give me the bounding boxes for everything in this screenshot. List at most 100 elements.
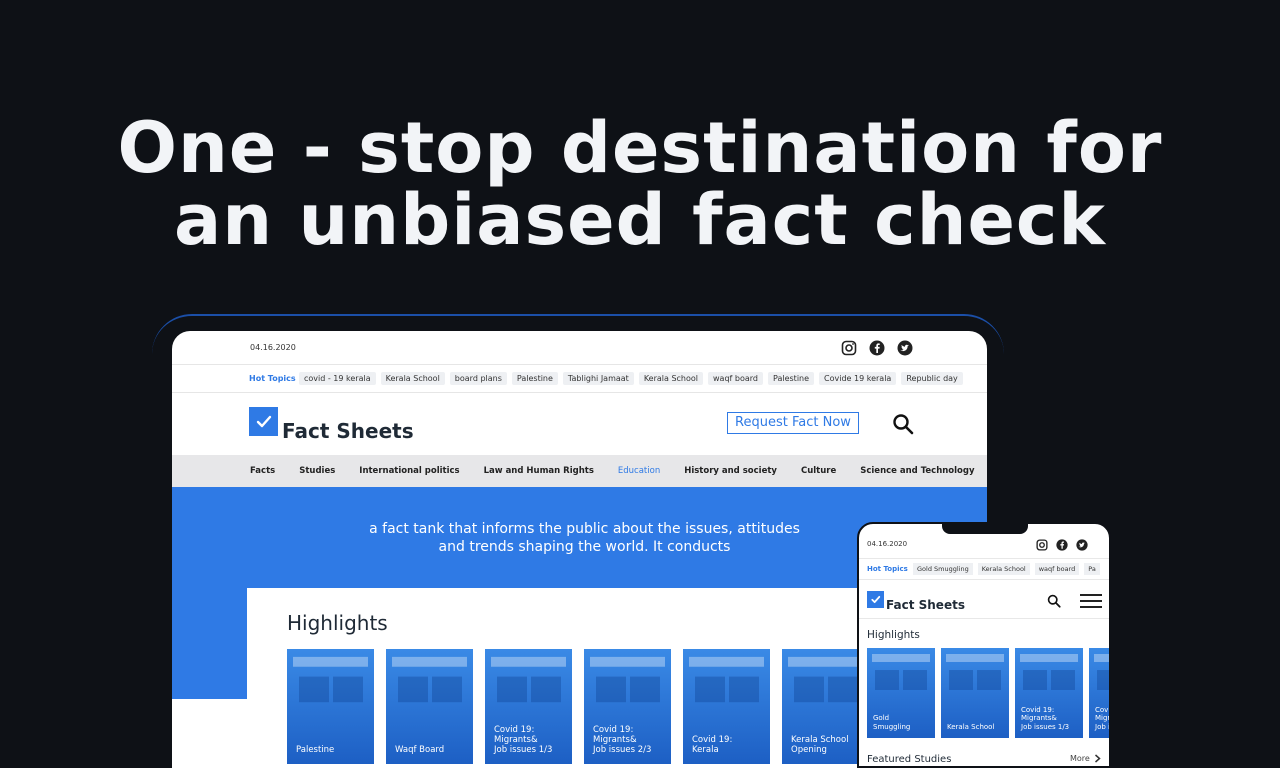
highlight-card-line: Kerala — [692, 745, 719, 755]
search-icon[interactable] — [892, 413, 914, 439]
hot-topic-chip[interactable]: Palestine — [511, 372, 558, 385]
mobile-highlight-card[interactable]: Kerala School — [941, 648, 1009, 738]
nav-item-law-and-human-rights[interactable]: Law and Human Rights — [484, 466, 594, 476]
request-fact-button[interactable]: Request Fact Now — [727, 412, 859, 434]
tagline: a fact tank that informs the public abou… — [352, 520, 817, 556]
hot-topic-chip[interactable]: Tablighi Jamaat — [562, 372, 634, 385]
highlight-card-line: Job issues 1/3 — [494, 745, 553, 755]
mobile-highlight-card-line: Job issues 1/3 — [1021, 722, 1070, 731]
chevron-right-icon — [1092, 754, 1102, 763]
hot-topic-chip[interactable]: Covide 19 kerala — [819, 372, 897, 385]
highlight-card-label: Waqf Board — [395, 745, 469, 755]
highlight-card[interactable]: Waqf Board — [386, 649, 473, 764]
mobile-highlight-card[interactable]: Gold Smuggling — [867, 648, 935, 738]
highlight-card-line: Migrants& — [494, 735, 538, 745]
highlight-card[interactable]: Covid 19: Migrants& Job issues 1/3 — [485, 649, 572, 764]
nav-item-international-politics[interactable]: International politics — [359, 466, 459, 476]
mobile-hot-topic-chip[interactable]: Kerala School — [977, 563, 1030, 575]
hot-topics-list: covid - 19 kerala Kerala School board plan… — [299, 372, 963, 385]
highlight-card[interactable]: Covid 19: Migrants& Job issues 2/3 — [584, 649, 671, 764]
card-thumbnail — [485, 649, 572, 718]
brand-name[interactable]: Fact Sheets — [282, 419, 414, 443]
hot-topic-chip[interactable]: Palestine — [768, 372, 815, 385]
nav-item-history-and-society[interactable]: History and society — [684, 466, 777, 476]
tagline-line-2: and trends shaping the world. It conduct… — [438, 539, 731, 555]
mobile-hot-topics-list: Gold Smuggling Kerala School waqf board Pa — [913, 563, 1100, 575]
checkmark-icon[interactable] — [249, 407, 278, 436]
mobile-highlight-card-line: Covid 19: — [1021, 705, 1055, 714]
nav-item-education[interactable]: Education — [618, 466, 660, 476]
hot-topics-label: Hot Topics — [249, 374, 296, 383]
hamburger-menu-icon[interactable] — [1080, 594, 1102, 612]
more-label: More — [1070, 754, 1090, 763]
mobile-highlight-card-line: Gold — [873, 714, 890, 722]
more-link[interactable]: More — [1070, 754, 1102, 763]
hot-topic-chip[interactable]: Kerala School — [380, 372, 445, 385]
mobile-highlight-card-line: Job is — [1095, 722, 1110, 731]
highlight-card-label: Covid 19: Migrants& Job issues 1/3 — [494, 725, 568, 755]
instagram-icon[interactable] — [841, 340, 857, 356]
mobile-date-label: 04.16.2020 — [867, 540, 908, 548]
highlight-card-line: Kerala School — [791, 735, 849, 745]
mobile-highlight-card[interactable]: CovidMigraJob is — [1089, 648, 1111, 738]
twitter-icon[interactable] — [1076, 536, 1088, 551]
nav-item-culture[interactable]: Culture — [801, 466, 836, 476]
highlight-card-line: Covid 19: — [593, 725, 634, 735]
card-thumbnail — [941, 648, 1009, 702]
instagram-icon[interactable] — [1036, 536, 1048, 551]
main-nav: Facts Studies International politics Law an… — [172, 455, 987, 487]
card-thumbnail — [782, 649, 869, 718]
hot-topic-chip[interactable]: covid - 19 kerala — [299, 372, 376, 385]
mobile-hot-topic-chip[interactable]: waqf board — [1034, 563, 1080, 575]
highlight-card-label: Kerala School Opening — [791, 735, 865, 755]
mobile-social-links — [1036, 536, 1088, 551]
headline-line-1: One - stop destination for — [117, 107, 1163, 189]
top-bar: 04.16.2020 — [172, 331, 987, 365]
search-icon[interactable] — [1047, 593, 1061, 612]
mobile-hot-topics-bar: Hot Topics Gold Smuggling Kerala School wa… — [859, 558, 1109, 580]
mobile-hot-topics-label: Hot Topics — [867, 565, 908, 573]
twitter-icon[interactable] — [897, 340, 913, 356]
highlight-card[interactable]: Palestine — [287, 649, 374, 764]
tagline-line-1: a fact tank that informs the public abou… — [369, 521, 800, 537]
highlight-card-line: Covid 19: — [494, 725, 535, 735]
nav-item-facts[interactable]: Facts — [250, 466, 275, 476]
highlight-card-line: Migrants& — [593, 735, 637, 745]
mobile-highlight-card-line: Covid — [1095, 705, 1111, 714]
social-links — [841, 340, 913, 356]
mobile-highlight-card-label: Gold Smuggling — [873, 714, 932, 731]
facebook-icon[interactable] — [869, 340, 885, 356]
highlights-cards: Palestine Waqf Board Covid 19: Migrants& Job… — [287, 649, 869, 764]
mobile-hot-topic-chip[interactable]: Pa — [1084, 563, 1100, 575]
mobile-highlights-cards: Gold Smuggling Kerala School Covid 19: Migra… — [867, 648, 1111, 738]
card-thumbnail — [683, 649, 770, 718]
hot-topic-chip[interactable]: Kerala School — [638, 372, 704, 385]
nav-item-science-and-technology[interactable]: Science and Technology — [860, 466, 974, 476]
checkmark-icon[interactable] — [867, 591, 884, 608]
mobile-hot-topic-chip[interactable]: Gold Smuggling — [913, 563, 973, 575]
hot-topic-chip[interactable]: waqf board — [708, 372, 763, 385]
mobile-highlight-card-label: Covid 19: Migrants& Job issues 1/3 — [1021, 706, 1080, 732]
mobile-highlight-card[interactable]: Covid 19: Migrants& Job issues 1/3 — [1015, 648, 1083, 738]
facebook-icon[interactable] — [1056, 536, 1068, 551]
headline-line-2: an unbiased fact check — [174, 179, 1106, 261]
mobile-highlight-card-label: Kerala School — [947, 723, 1006, 732]
site-header: Fact Sheets Request Fact Now — [172, 393, 987, 455]
hot-topic-chip[interactable]: board plans — [449, 372, 507, 385]
mobile-header-divider — [859, 618, 1109, 619]
highlight-card-line: Waqf Board — [395, 745, 445, 755]
hot-topics-bar: Hot Topics covid - 19 kerala Kerala Schoo… — [172, 365, 987, 393]
highlight-card-line: Opening — [791, 745, 827, 755]
highlight-card-label: Covid 19: Kerala — [692, 735, 766, 755]
card-thumbnail — [1089, 648, 1109, 702]
highlight-card-line: Palestine — [296, 745, 335, 755]
card-thumbnail — [287, 649, 374, 718]
headline: One - stop destination for an unbiased f… — [0, 112, 1280, 256]
nav-item-studies[interactable]: Studies — [299, 466, 335, 476]
mobile-highlight-card-line: Migra — [1095, 714, 1111, 722]
mobile-brand-name[interactable]: Fact Sheets — [886, 598, 965, 612]
highlight-card[interactable]: Covid 19: Kerala — [683, 649, 770, 764]
mobile-highlight-card-line: Kerala School — [947, 722, 995, 731]
highlight-card[interactable]: Kerala School Opening — [782, 649, 869, 764]
hot-topic-chip[interactable]: Republic day — [901, 372, 963, 385]
